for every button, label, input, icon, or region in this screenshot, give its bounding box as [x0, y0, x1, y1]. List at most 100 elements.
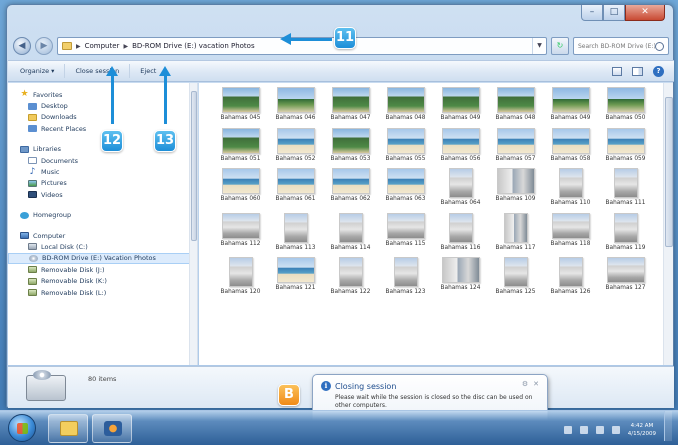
close-button[interactable]: ✕ — [625, 5, 665, 21]
help-icon[interactable]: ? — [653, 65, 664, 77]
file-item[interactable]: Bahamas 058 — [543, 127, 598, 163]
content-scroll-thumb[interactable] — [665, 97, 673, 247]
nav-music[interactable]: ♪ Music — [8, 166, 197, 177]
file-name: Bahamas 109 — [495, 196, 536, 203]
settings-icon[interactable]: ⚙ — [522, 380, 528, 388]
file-item[interactable]: Bahamas 114 — [323, 212, 378, 252]
file-item[interactable]: Bahamas 124 — [433, 257, 488, 296]
file-item[interactable]: Bahamas 057 — [488, 127, 543, 163]
network-icon[interactable] — [579, 426, 588, 434]
nav-pictures[interactable]: Pictures — [8, 178, 197, 189]
info-icon: i — [321, 381, 331, 391]
preview-pane-icon[interactable] — [632, 66, 643, 76]
nav-removable-l[interactable]: Removable Disk (L:) — [8, 287, 197, 298]
file-item[interactable]: Bahamas 123 — [378, 257, 433, 296]
nav-scroll-thumb[interactable] — [191, 91, 197, 241]
file-item[interactable]: Bahamas 109 — [488, 168, 543, 207]
nav-scrollbar[interactable] — [189, 83, 197, 365]
search-input[interactable] — [578, 42, 655, 50]
close-icon[interactable]: ✕ — [533, 380, 539, 388]
action-center-icon[interactable] — [563, 426, 572, 434]
nav-bd-rom-drive[interactable]: BD-ROM Drive (E:) Vacation Photos — [8, 252, 197, 265]
file-name: Bahamas 119 — [605, 244, 646, 251]
file-item[interactable]: Bahamas 053 — [323, 127, 378, 163]
search-box[interactable] — [573, 37, 669, 55]
file-item[interactable]: Bahamas 064 — [433, 168, 488, 207]
nav-downloads[interactable]: Downloads — [8, 112, 197, 123]
nav-desktop[interactable]: Desktop — [8, 100, 197, 111]
file-item[interactable]: Bahamas 118 — [543, 212, 598, 252]
file-item[interactable]: Bahamas 063 — [378, 168, 433, 207]
organize-button[interactable]: Organize ▾ — [14, 65, 60, 77]
file-item[interactable]: Bahamas 120 — [213, 257, 268, 296]
file-item[interactable]: Bahamas 113 — [268, 212, 323, 252]
chevron-down-icon[interactable]: ▼ — [532, 38, 546, 54]
nav-local-disk[interactable]: Local Disk (C:) — [8, 241, 197, 252]
file-item[interactable]: Bahamas 119 — [598, 212, 653, 252]
file-item[interactable]: Bahamas 061 — [268, 168, 323, 207]
breadcrumb-drive[interactable]: BD-ROM Drive (E:) vacation Photos — [132, 42, 255, 50]
file-item[interactable]: Bahamas 062 — [323, 168, 378, 207]
file-item[interactable]: Bahamas 115 — [378, 212, 433, 252]
file-item[interactable]: Bahamas 050 — [598, 87, 653, 122]
maximize-button[interactable]: □ — [603, 5, 625, 21]
nav-computer[interactable]: Computer — [8, 230, 197, 241]
minimize-button[interactable]: – — [581, 5, 603, 21]
nav-removable-j[interactable]: Removable Disk (J:) — [8, 264, 197, 275]
file-item[interactable]: Bahamas 111 — [598, 168, 653, 207]
volume-icon[interactable] — [595, 426, 604, 434]
taskbar-media-player[interactable] — [92, 414, 132, 443]
file-item[interactable]: Bahamas 045 — [213, 87, 268, 122]
item-count: 80 items — [88, 375, 117, 383]
back-button[interactable]: ◀ — [13, 37, 31, 55]
file-item[interactable]: Bahamas 122 — [323, 257, 378, 296]
file-item[interactable]: Bahamas 116 — [433, 212, 488, 252]
file-item[interactable]: Bahamas 051 — [213, 127, 268, 163]
file-item[interactable]: Bahamas 048 — [488, 87, 543, 122]
file-item[interactable]: Bahamas 121 — [268, 257, 323, 296]
explorer-window: – □ ✕ ◀ ▶ ▶ Computer ▶ BD-ROM Drive (E:)… — [6, 4, 674, 408]
start-button[interactable] — [8, 414, 36, 442]
file-item[interactable]: Bahamas 049 — [433, 87, 488, 122]
file-item[interactable]: Bahamas 049 — [543, 87, 598, 122]
toolbar-divider — [129, 64, 131, 78]
search-icon[interactable] — [655, 41, 664, 51]
file-item[interactable]: Bahamas 048 — [378, 87, 433, 122]
file-item[interactable]: Bahamas 059 — [598, 127, 653, 163]
nav-favorites[interactable]: ★ Favorites — [8, 89, 197, 100]
documents-icon — [28, 157, 37, 165]
arrow-head-icon — [159, 66, 171, 76]
nav-homegroup[interactable]: Homegroup — [8, 210, 197, 221]
photo-thumbnail — [503, 212, 528, 243]
show-desktop-button[interactable] — [664, 411, 672, 441]
file-item[interactable]: Bahamas 127 — [598, 257, 653, 296]
file-item[interactable]: Bahamas 055 — [378, 127, 433, 163]
clock[interactable]: 4:42 AM 4/15/2009 — [628, 422, 656, 438]
file-item[interactable]: Bahamas 117 — [488, 212, 543, 252]
file-item[interactable]: Bahamas 126 — [543, 257, 598, 296]
photo-thumbnail — [221, 168, 260, 195]
file-item[interactable]: Bahamas 125 — [488, 257, 543, 296]
file-item[interactable]: Bahamas 060 — [213, 168, 268, 207]
refresh-button[interactable]: ↻ — [551, 37, 569, 55]
file-item[interactable]: Bahamas 046 — [268, 87, 323, 122]
safely-remove-icon[interactable] — [611, 426, 620, 434]
taskbar-explorer[interactable] — [48, 414, 88, 443]
file-item[interactable]: Bahamas 056 — [433, 127, 488, 163]
file-item[interactable]: Bahamas 052 — [268, 127, 323, 163]
file-name: Bahamas 064 — [440, 200, 481, 207]
content-scrollbar[interactable] — [663, 83, 673, 365]
file-item[interactable]: Bahamas 047 — [323, 87, 378, 122]
breadcrumb-computer[interactable]: Computer — [85, 42, 120, 50]
photo-thumbnail — [448, 212, 473, 243]
photo-thumbnail — [441, 257, 480, 284]
change-view-icon[interactable] — [612, 66, 622, 76]
nav-documents[interactable]: Documents — [8, 155, 197, 166]
file-item[interactable]: Bahamas 112 — [213, 212, 268, 252]
nav-removable-k[interactable]: Removable Disk (K:) — [8, 275, 197, 286]
forward-button[interactable]: ▶ — [35, 37, 53, 55]
window-controls: – □ ✕ — [581, 5, 665, 21]
chevron-right-icon: ▶ — [76, 42, 81, 50]
file-item[interactable]: Bahamas 110 — [543, 168, 598, 207]
nav-videos[interactable]: Videos — [8, 189, 197, 200]
